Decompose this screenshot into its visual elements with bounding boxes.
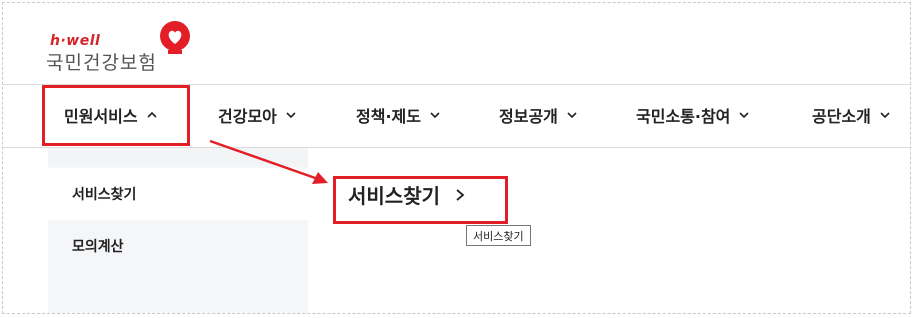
chevron-down-icon xyxy=(286,112,296,119)
submenu-item-label: 서비스찾기 xyxy=(72,187,137,203)
submenu-panel: 서비스찾기 모의계산 xyxy=(48,148,308,313)
highlight-box-content xyxy=(333,176,508,224)
tooltip-text: 서비스찾기 xyxy=(473,229,524,243)
submenu-top-strip xyxy=(48,148,308,164)
nav-item-policy[interactable]: 정책·제도 xyxy=(356,100,441,130)
logo-tagline: h·well xyxy=(50,33,101,49)
heart-logo-icon xyxy=(160,21,190,54)
submenu-item-mock-calc[interactable]: 모의계산 xyxy=(48,220,308,272)
nav-item-label: 공단소개 xyxy=(812,107,871,126)
chevron-down-icon xyxy=(567,112,577,119)
nav-item-communication[interactable]: 국민소통·참여 xyxy=(636,100,750,130)
tooltip: 서비스찾기 xyxy=(466,225,531,246)
nav-item-label: 정책·제도 xyxy=(356,107,421,126)
chevron-down-icon xyxy=(880,112,890,119)
nav-item-label: 국민소통·참여 xyxy=(636,107,731,126)
submenu-item-service-find[interactable]: 서비스찾기 xyxy=(48,168,308,220)
logo-name: 국민건강보험 xyxy=(46,52,157,74)
site-logo[interactable]: h·well 국민건강보험 xyxy=(46,20,196,74)
chevron-down-icon xyxy=(739,112,749,119)
nav-item-label: 정보공개 xyxy=(499,107,558,126)
highlight-box-nav xyxy=(42,85,190,146)
nav-item-about[interactable]: 공단소개 xyxy=(812,100,891,130)
submenu-item-label: 모의계산 xyxy=(72,239,124,255)
nav-item-health-moa[interactable]: 건강모아 xyxy=(218,100,297,130)
chevron-down-icon xyxy=(430,112,440,119)
nav-item-disclosure[interactable]: 정보공개 xyxy=(499,100,578,130)
nav-item-label: 건강모아 xyxy=(218,107,277,126)
